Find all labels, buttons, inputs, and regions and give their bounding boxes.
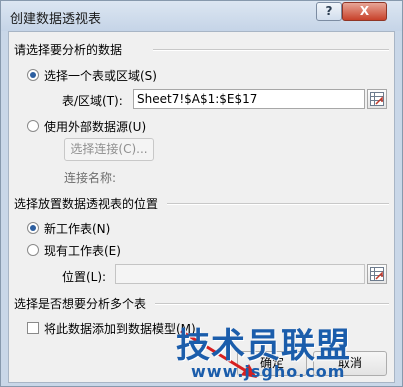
watermark-url: www.jsgho.com — [191, 362, 346, 381]
create-pivottable-dialog: 创建数据透视表 ? X 请选择要分析的数据 选择一个表或区域(S) 表/区域(T… — [0, 0, 403, 387]
watermark-logo: 技术员联盟 — [176, 326, 351, 366]
